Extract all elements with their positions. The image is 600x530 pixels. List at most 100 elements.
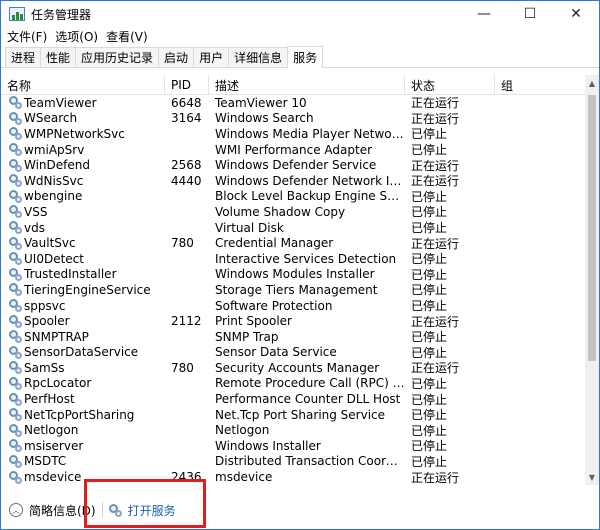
tab-details[interactable]: 详细信息 (228, 47, 289, 67)
service-name: MSDTC (24, 454, 67, 469)
table-row[interactable]: wbengine Block Level Backup Engine Servic… (1, 189, 585, 205)
gears-icon (9, 361, 22, 375)
table-row[interactable]: msiserver Windows Installer 已停止 (1, 438, 585, 454)
scroll-down-icon[interactable]: ▼ (585, 469, 599, 485)
table-row[interactable]: MSDTC Distributed Transaction Coordinator… (1, 454, 585, 470)
tab-app-history[interactable]: 应用历史记录 (75, 47, 160, 67)
column-header-group[interactable]: 组 ^ (495, 75, 585, 95)
service-description: Windows Defender Network Inspec... (215, 173, 405, 188)
service-name-cell: SNMPTRAP (1, 330, 165, 344)
open-services-link[interactable]: 打开服务 (108, 502, 176, 519)
tab-services[interactable]: 服务 (287, 46, 324, 68)
table-row[interactable]: RpcLocator Remote Procedure Call (RPC) Lo… (1, 376, 585, 392)
service-status: 正在运行 (411, 174, 460, 189)
service-name-cell: msiserver (1, 439, 165, 453)
table-row[interactable]: Netlogon Netlogon 已停止 (1, 422, 585, 438)
tab-startup[interactable]: 启动 (158, 47, 195, 67)
gears-icon (9, 189, 22, 203)
column-header-description[interactable]: 描述 (209, 75, 405, 95)
service-pid: 3164 (171, 111, 202, 126)
close-button[interactable]: ✕ (553, 1, 599, 27)
tab-processes[interactable]: 进程 (5, 47, 42, 67)
service-description: Volume Shadow Copy (215, 204, 346, 219)
column-header-name[interactable]: 名称 (1, 75, 165, 95)
service-pid: 2436 (171, 470, 202, 485)
service-description: msdevice (215, 470, 273, 485)
service-name-cell: vds (1, 221, 165, 235)
table-row[interactable]: UI0Detect Interactive Services Detection 已… (1, 251, 585, 267)
tab-users[interactable]: 用户 (193, 47, 230, 67)
service-description: Remote Procedure Call (RPC) Locat... (215, 376, 405, 391)
scroll-up-icon[interactable]: ▲ (585, 75, 599, 91)
table-row[interactable]: TrustedInstaller Windows Modules Installe… (1, 267, 585, 283)
vertical-scrollbar[interactable]: ▲ ▼ (585, 75, 599, 485)
open-services-label: 打开服务 (127, 503, 176, 518)
menu-file[interactable]: 文件(F) (3, 28, 51, 45)
gears-icon (9, 345, 22, 359)
table-row[interactable]: TieringEngineService Storage Tiers Manage… (1, 282, 585, 298)
table-row[interactable]: SamSs 780 Security Accounts Manager 正在运行 (1, 360, 585, 376)
gears-icon (9, 143, 22, 157)
service-name: wmiApSrv (24, 142, 85, 157)
gears-icon (9, 283, 22, 297)
gears-icon (9, 252, 22, 266)
menu-view[interactable]: 查看(V) (102, 28, 152, 45)
window-controls: — ☐ ✕ (461, 1, 599, 27)
table-row[interactable]: wmiApSrv WMI Performance Adapter 已停止 (1, 142, 585, 158)
service-pid: 4440 (171, 173, 202, 188)
column-header-pid[interactable]: PID (165, 75, 209, 95)
service-name-cell: MSDTC (1, 454, 165, 468)
chevron-up-icon: ︿ (9, 503, 23, 517)
minimize-button[interactable]: — (461, 1, 507, 27)
service-name: sppsvc (24, 298, 66, 313)
gears-icon (9, 127, 22, 141)
service-description: Credential Manager (215, 236, 334, 251)
service-status: 已停止 (411, 205, 448, 220)
table-row[interactable]: vds Virtual Disk 已停止 (1, 220, 585, 236)
service-description: Sensor Data Service (215, 345, 337, 360)
table-row[interactable]: sppsvc Software Protection 已停止 (1, 298, 585, 314)
table-row[interactable]: TeamViewer 6648 TeamViewer 10 正在运行 (1, 95, 585, 111)
service-name: SensorDataService (24, 345, 139, 360)
table-row[interactable]: Spooler 2112 Print Spooler 正在运行 (1, 313, 585, 329)
service-name-cell: WinDefend (1, 158, 165, 172)
table-row[interactable]: WMPNetworkSvc Windows Media Player Networ… (1, 126, 585, 142)
service-name-cell: Spooler (1, 314, 165, 328)
gears-icon (9, 330, 22, 344)
tab-performance[interactable]: 性能 (40, 47, 77, 67)
service-pid: 780 (171, 360, 194, 375)
table-row[interactable]: SNMPTRAP SNMP Trap 已停止 (1, 329, 585, 345)
table-row[interactable]: VaultSvc 780 Credential Manager 正在运行 (1, 235, 585, 251)
table-row[interactable]: PerfHost Performance Counter DLL Host 已停止 (1, 391, 585, 407)
service-name: SNMPTRAP (24, 329, 89, 344)
tab-bar: 进程 性能 应用历史记录 启动 用户 详细信息 服务 (1, 46, 599, 68)
table-row[interactable]: WSearch 3164 Windows Search 正在运行 (1, 111, 585, 127)
sort-arrow-icon: ^ (539, 75, 546, 80)
gears-icon (9, 267, 22, 281)
service-name-cell: SensorDataService (1, 345, 165, 359)
column-header-status[interactable]: 状态 (405, 75, 495, 95)
table-row[interactable]: SensorDataService Sensor Data Service 已停止 (1, 345, 585, 361)
menu-options[interactable]: 选项(O) (51, 28, 102, 45)
service-pid: 2568 (171, 158, 202, 173)
scroll-thumb[interactable] (588, 95, 596, 361)
service-status: 已停止 (411, 267, 448, 282)
service-name-cell: VSS (1, 205, 165, 219)
table-row[interactable]: WinDefend 2568 Windows Defender Service 正在运… (1, 157, 585, 173)
service-name: SamSs (24, 360, 65, 375)
fewer-details-button[interactable]: ︿ 简略信息(D) (9, 502, 96, 519)
service-name-cell: TrustedInstaller (1, 267, 165, 281)
gears-icon (9, 392, 22, 406)
maximize-button[interactable]: ☐ (507, 1, 553, 27)
service-status: 已停止 (411, 189, 448, 204)
service-name-cell: msdevice (1, 470, 165, 484)
fewer-details-label: 简略信息(D) (29, 503, 96, 518)
table-row[interactable]: VSS Volume Shadow Copy 已停止 (1, 204, 585, 220)
service-name: WdNisSvc (24, 173, 84, 188)
table-row[interactable]: NetTcpPortSharing Net.Tcp Port Sharing Se… (1, 407, 585, 423)
table-row[interactable]: msdevice 2436 msdevice 正在运行 (1, 469, 585, 485)
title-bar[interactable]: 任务管理器 — ☐ ✕ (1, 1, 599, 27)
table-row[interactable]: WdNisSvc 4440 Windows Defender Network Ins… (1, 173, 585, 189)
service-status: 已停止 (411, 221, 448, 236)
service-description: Windows Installer (215, 438, 321, 453)
